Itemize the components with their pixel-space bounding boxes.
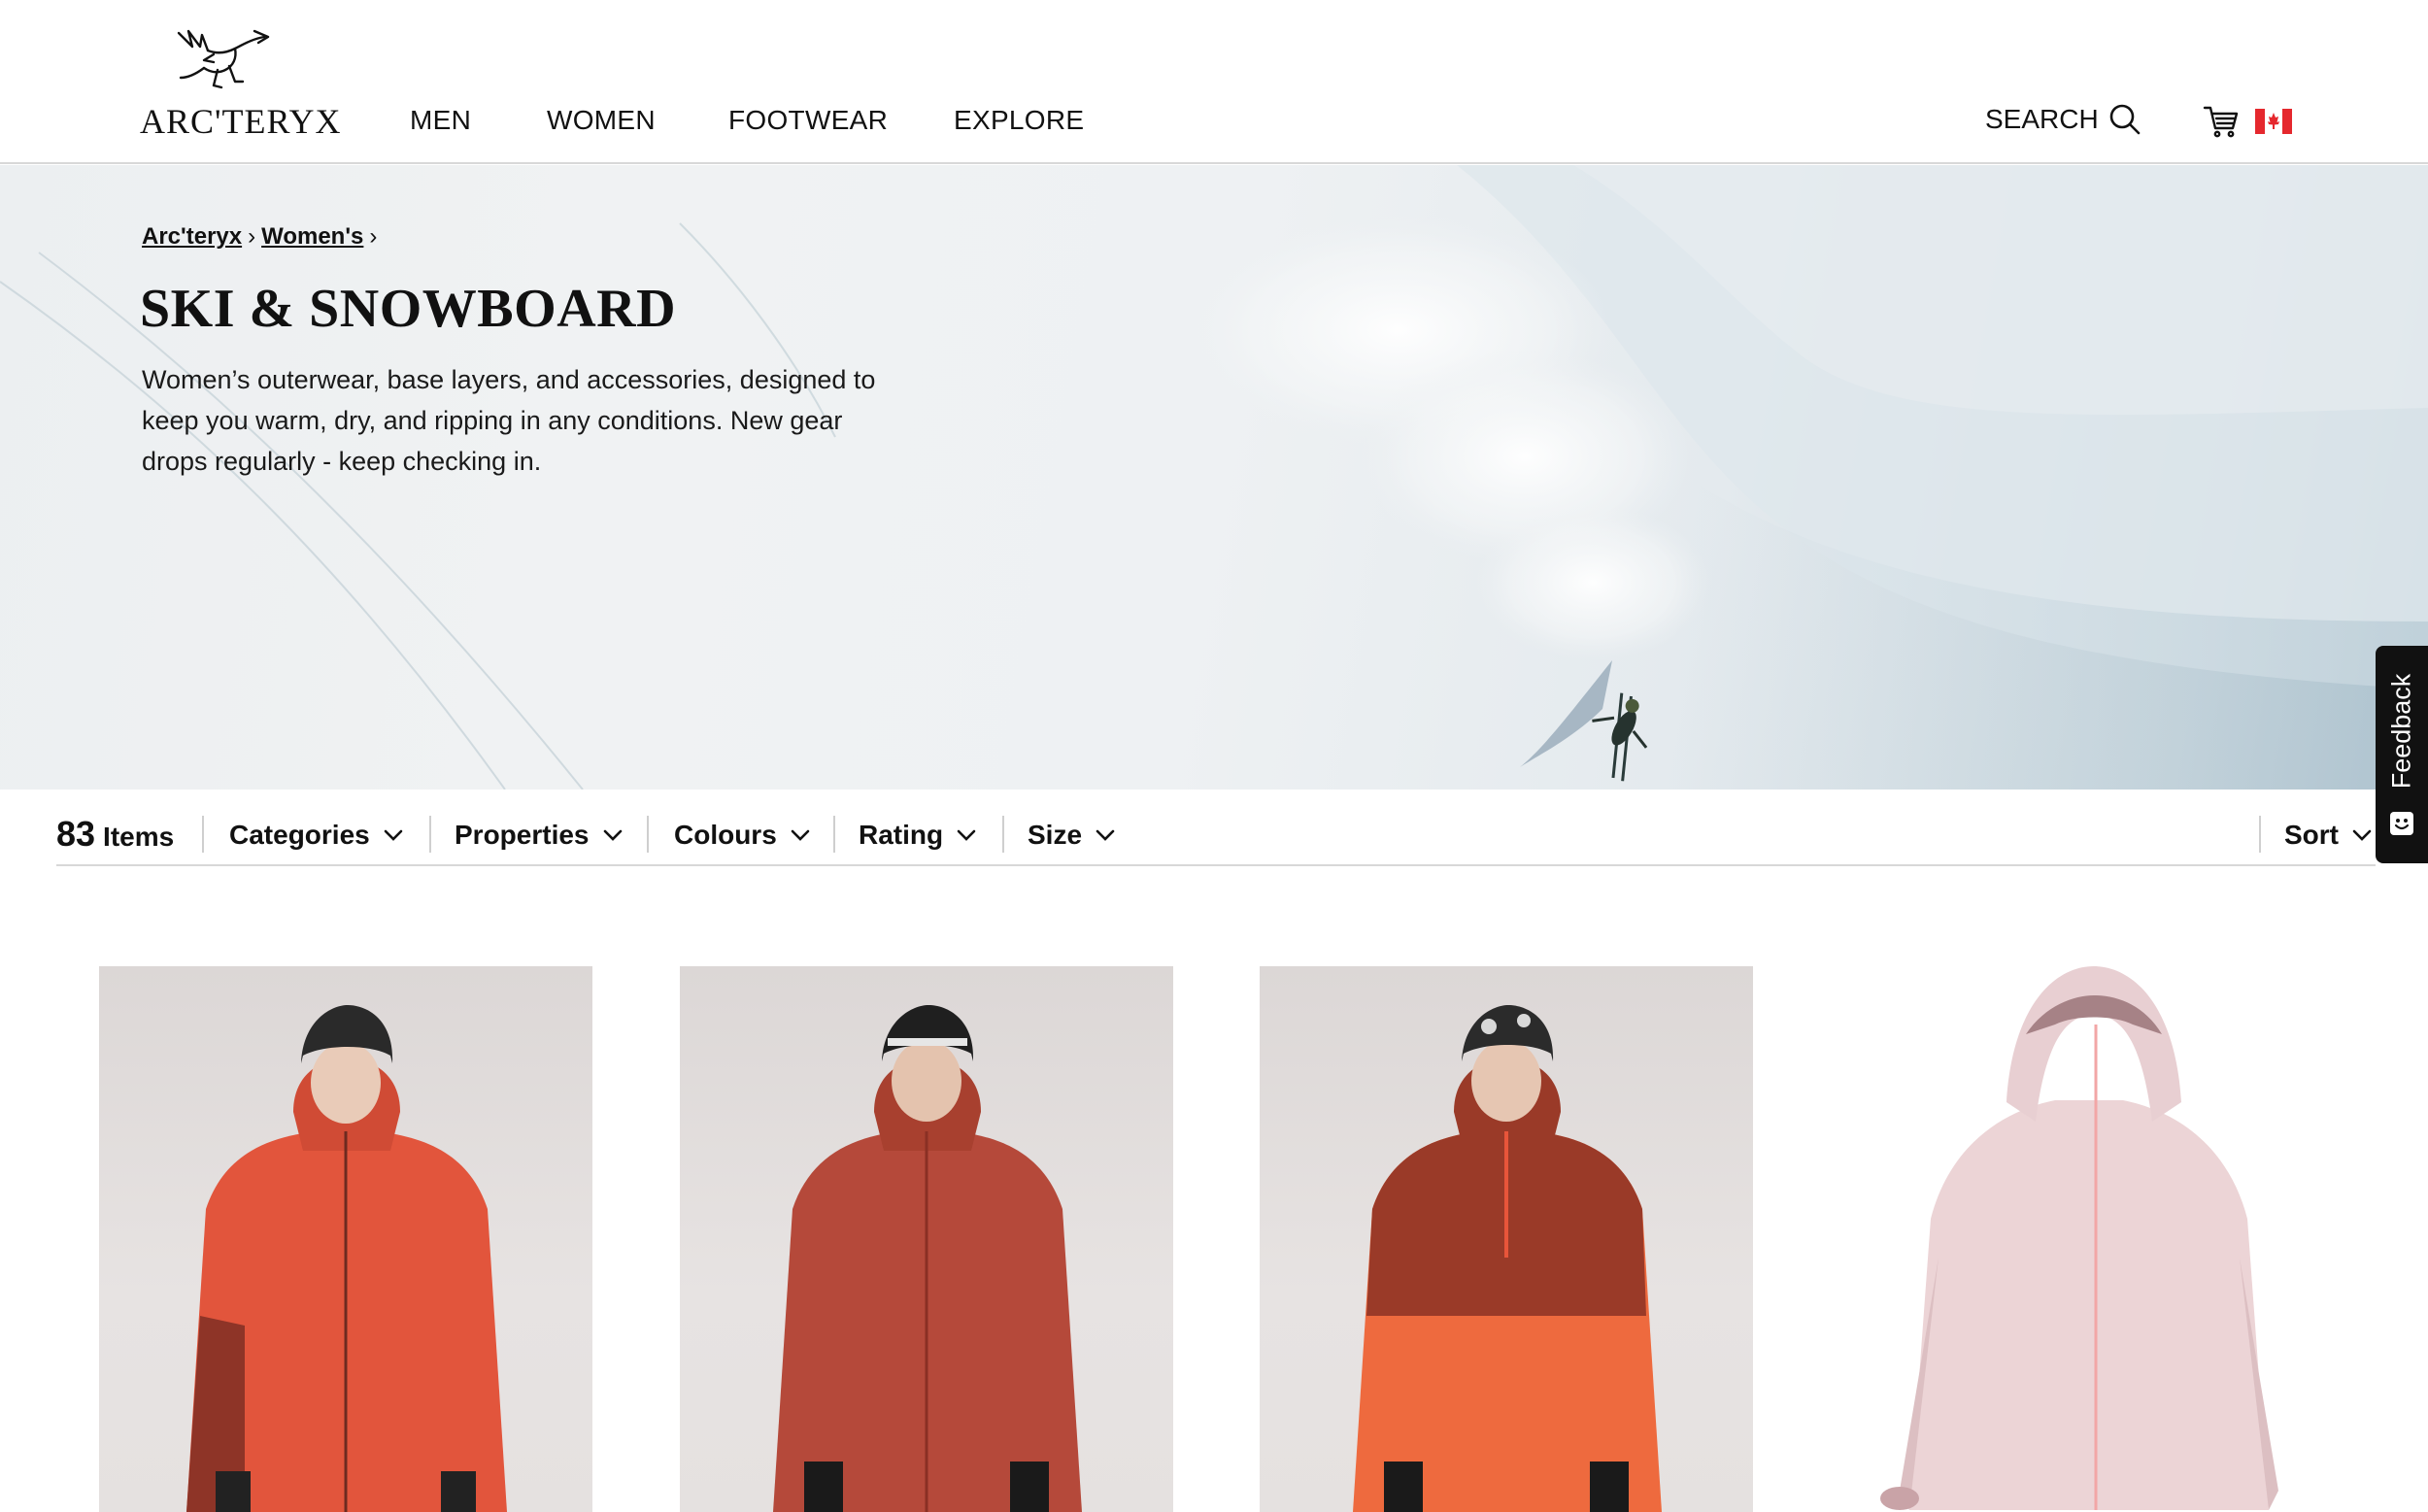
item-count-label: Items — [103, 822, 175, 852]
nav-item-explore[interactable]: EXPLORE — [954, 105, 1084, 136]
product-image — [186, 1005, 507, 1512]
sort-dropdown[interactable]: Sort — [2284, 820, 2372, 851]
filter-size[interactable]: Size — [1028, 820, 1115, 851]
filter-properties[interactable]: Properties — [455, 820, 623, 851]
filter-label: Colours — [674, 820, 777, 850]
filter-label: Size — [1028, 820, 1083, 850]
nav-item-men[interactable]: MEN — [410, 105, 471, 136]
canada-flag-icon[interactable] — [2255, 109, 2292, 134]
nav-item-footwear[interactable]: FOOTWEAR — [728, 105, 888, 136]
filter-label: Categories — [229, 820, 370, 850]
archaeopteryx-logo-icon — [177, 29, 270, 89]
filter-bar: 83 Items Categories Properties Colours R… — [56, 790, 2376, 866]
breadcrumb-womens[interactable]: Women's — [261, 223, 363, 251]
search-icon — [2109, 104, 2141, 135]
hero-banner: Arc'teryx › Women's › SKI & SNOWBOARD Wo… — [0, 165, 2428, 790]
cart-icon[interactable] — [2203, 105, 2240, 138]
breadcrumb-separator-icon: › — [369, 223, 378, 250]
search-label: SEARCH — [1985, 104, 2099, 134]
chevron-down-icon — [384, 829, 403, 841]
product-image — [1880, 966, 2278, 1510]
filter-label: Rating — [859, 820, 944, 850]
product-card[interactable] — [1260, 966, 1753, 1512]
page-description: Women’s outerwear, base layers, and acce… — [142, 365, 876, 476]
chevron-down-icon — [957, 829, 976, 841]
filter-label: Properties — [455, 820, 590, 850]
item-count-number: 83 — [56, 814, 96, 854]
divider — [833, 816, 835, 853]
divider — [202, 816, 204, 853]
divider — [1002, 816, 1004, 853]
search-button[interactable]: SEARCH — [1985, 103, 2141, 136]
filter-rating[interactable]: Rating — [859, 820, 976, 851]
site-header: ARC'TERYX MEN WOMEN FOOTWEAR EXPLORE SEA… — [0, 0, 2428, 164]
product-card[interactable] — [680, 966, 1173, 1512]
chevron-down-icon — [791, 829, 810, 841]
product-image — [1353, 1005, 1662, 1512]
filter-colours[interactable]: Colours — [674, 820, 810, 851]
product-card[interactable] — [99, 966, 592, 1512]
product-card[interactable] — [1841, 966, 2335, 1512]
filter-categories[interactable]: Categories — [229, 820, 403, 851]
breadcrumb-arcteryx[interactable]: Arc'teryx — [142, 223, 242, 251]
feedback-smiley-icon — [2390, 812, 2413, 835]
arcteryx-logo[interactable]: ARC'TERYX — [140, 25, 341, 141]
nav-item-women[interactable]: WOMEN — [547, 105, 656, 136]
product-image — [773, 1005, 1082, 1512]
page-title: SKI & SNOWBOARD — [140, 279, 677, 339]
sort-label: Sort — [2284, 820, 2339, 850]
breadcrumb: Arc'teryx › Women's › — [142, 223, 383, 251]
chevron-down-icon — [603, 829, 622, 841]
divider — [429, 816, 431, 853]
item-count: 83 Items — [56, 814, 174, 855]
chevron-down-icon — [2352, 829, 2372, 841]
logo-wordmark: ARC'TERYX — [140, 102, 342, 141]
feedback-label: Feedback — [2386, 673, 2416, 790]
divider — [2259, 816, 2261, 853]
breadcrumb-separator-icon: › — [248, 223, 256, 250]
chevron-down-icon — [1096, 829, 1115, 841]
feedback-tab[interactable]: Feedback — [2376, 646, 2428, 863]
divider — [647, 816, 649, 853]
